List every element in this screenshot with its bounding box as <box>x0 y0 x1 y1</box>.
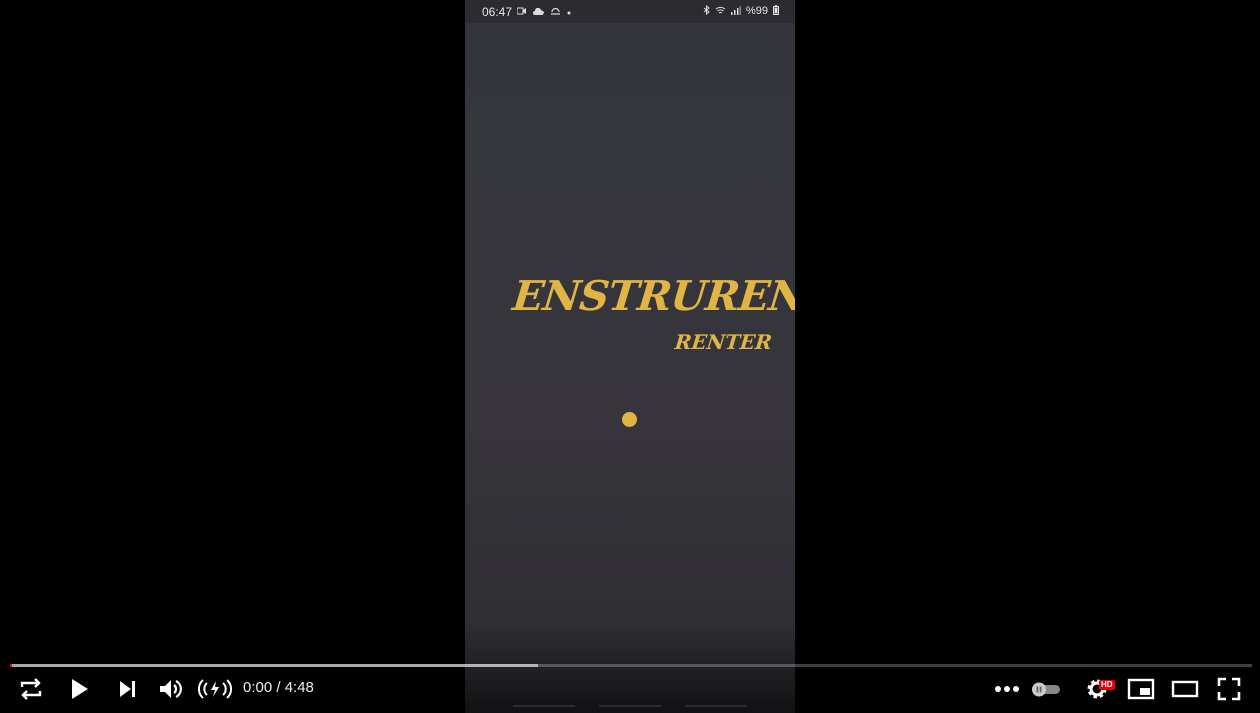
bluetooth-icon <box>703 4 710 18</box>
next-icon <box>116 678 138 700</box>
loop-icon <box>18 677 44 701</box>
status-time: 06:47 <box>482 5 513 19</box>
battery-percent: %99 <box>745 5 768 17</box>
theater-mode-button[interactable] <box>1170 674 1200 704</box>
time-display: 0:00 / 4:48 <box>243 679 314 696</box>
next-button[interactable] <box>112 674 142 704</box>
progress-bar[interactable] <box>10 664 1252 667</box>
play-icon <box>68 677 90 701</box>
volume-button[interactable] <box>155 674 187 704</box>
video-area[interactable]: 06:47 %99 ENSTRURENT RENTER <box>0 0 1260 713</box>
hd-badge: HD <box>1099 680 1115 690</box>
stable-volume-button[interactable] <box>197 674 233 704</box>
app-logo-title: ENSTRURENT <box>510 272 795 320</box>
more-button[interactable] <box>993 674 1021 704</box>
miniplayer-button[interactable] <box>1126 674 1156 704</box>
volume-icon <box>157 677 185 701</box>
video-record-icon <box>516 4 527 18</box>
loading-indicator <box>622 412 637 427</box>
miniplayer-icon <box>1127 678 1155 700</box>
android-status-bar: 06:47 %99 <box>465 0 795 23</box>
battery-icon <box>773 4 779 18</box>
progress-played <box>10 664 12 667</box>
status-right-icons: %99 <box>703 4 779 18</box>
wifi-icon <box>715 4 726 18</box>
fullscreen-icon <box>1217 677 1241 701</box>
loop-button[interactable] <box>16 674 46 704</box>
signal-icon <box>730 4 741 18</box>
dot-icon <box>567 4 571 18</box>
play-button[interactable] <box>64 674 94 704</box>
fullscreen-button[interactable] <box>1214 674 1244 704</box>
status-left-icons <box>516 4 571 18</box>
cloud-icon <box>533 4 544 18</box>
autoplay-toggle-icon <box>1030 681 1062 697</box>
weather-icon <box>550 4 561 18</box>
more-icon <box>994 685 1020 693</box>
progress-buffered <box>10 664 538 667</box>
app-logo-subtitle: RENTER <box>673 330 774 354</box>
theater-icon <box>1171 679 1199 699</box>
stable-volume-icon <box>197 677 233 701</box>
phone-screen: 06:47 %99 ENSTRURENT RENTER <box>465 0 795 713</box>
autoplay-toggle[interactable] <box>1030 674 1062 704</box>
